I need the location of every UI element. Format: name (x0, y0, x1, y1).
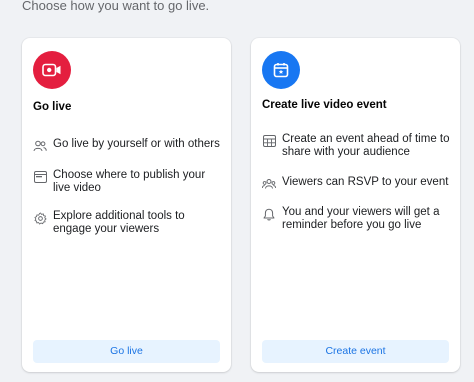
video-camera-icon (33, 51, 71, 89)
create-event-card[interactable]: Create live video event Create an event … (251, 38, 460, 372)
page-subtitle: Choose how you want to go live. (22, 0, 210, 13)
go-live-title: Go live (33, 101, 72, 113)
feature-text: You and your viewers will get a reminder… (282, 206, 440, 231)
go-live-feature-publish: Choose where to publish your live video (33, 169, 221, 195)
event-feature-schedule: Create an event ahead of time to share w… (262, 133, 450, 159)
feature-text: Explore additional tools to engage your … (53, 210, 185, 235)
people-icon (33, 139, 47, 153)
bell-icon (262, 207, 276, 221)
feature-text: Choose where to publish your live video (53, 169, 206, 194)
feature-text: Viewers can RSVP to your event (282, 176, 449, 188)
feature-text: Create an event ahead of time to share w… (282, 133, 450, 158)
create-event-title: Create live video event (262, 99, 387, 111)
group-icon (262, 177, 276, 191)
go-live-feature-tools: Explore additional tools to engage your … (33, 210, 221, 236)
event-feature-rsvp: Viewers can RSVP to your event (262, 176, 450, 191)
calendar-star-icon (262, 51, 300, 89)
create-event-button[interactable]: Create event (262, 340, 449, 363)
go-live-feature-people: Go live by yourself or with others (33, 138, 221, 153)
go-live-button[interactable]: Go live (33, 340, 220, 363)
go-live-card[interactable]: Go live Go live by yourself or with othe… (22, 38, 231, 372)
window-icon (33, 170, 47, 184)
event-feature-reminder: You and your viewers will get a reminder… (262, 206, 450, 232)
gear-icon (33, 211, 47, 225)
calendar-grid-icon (262, 134, 276, 148)
feature-text: Go live by yourself or with others (53, 138, 220, 150)
